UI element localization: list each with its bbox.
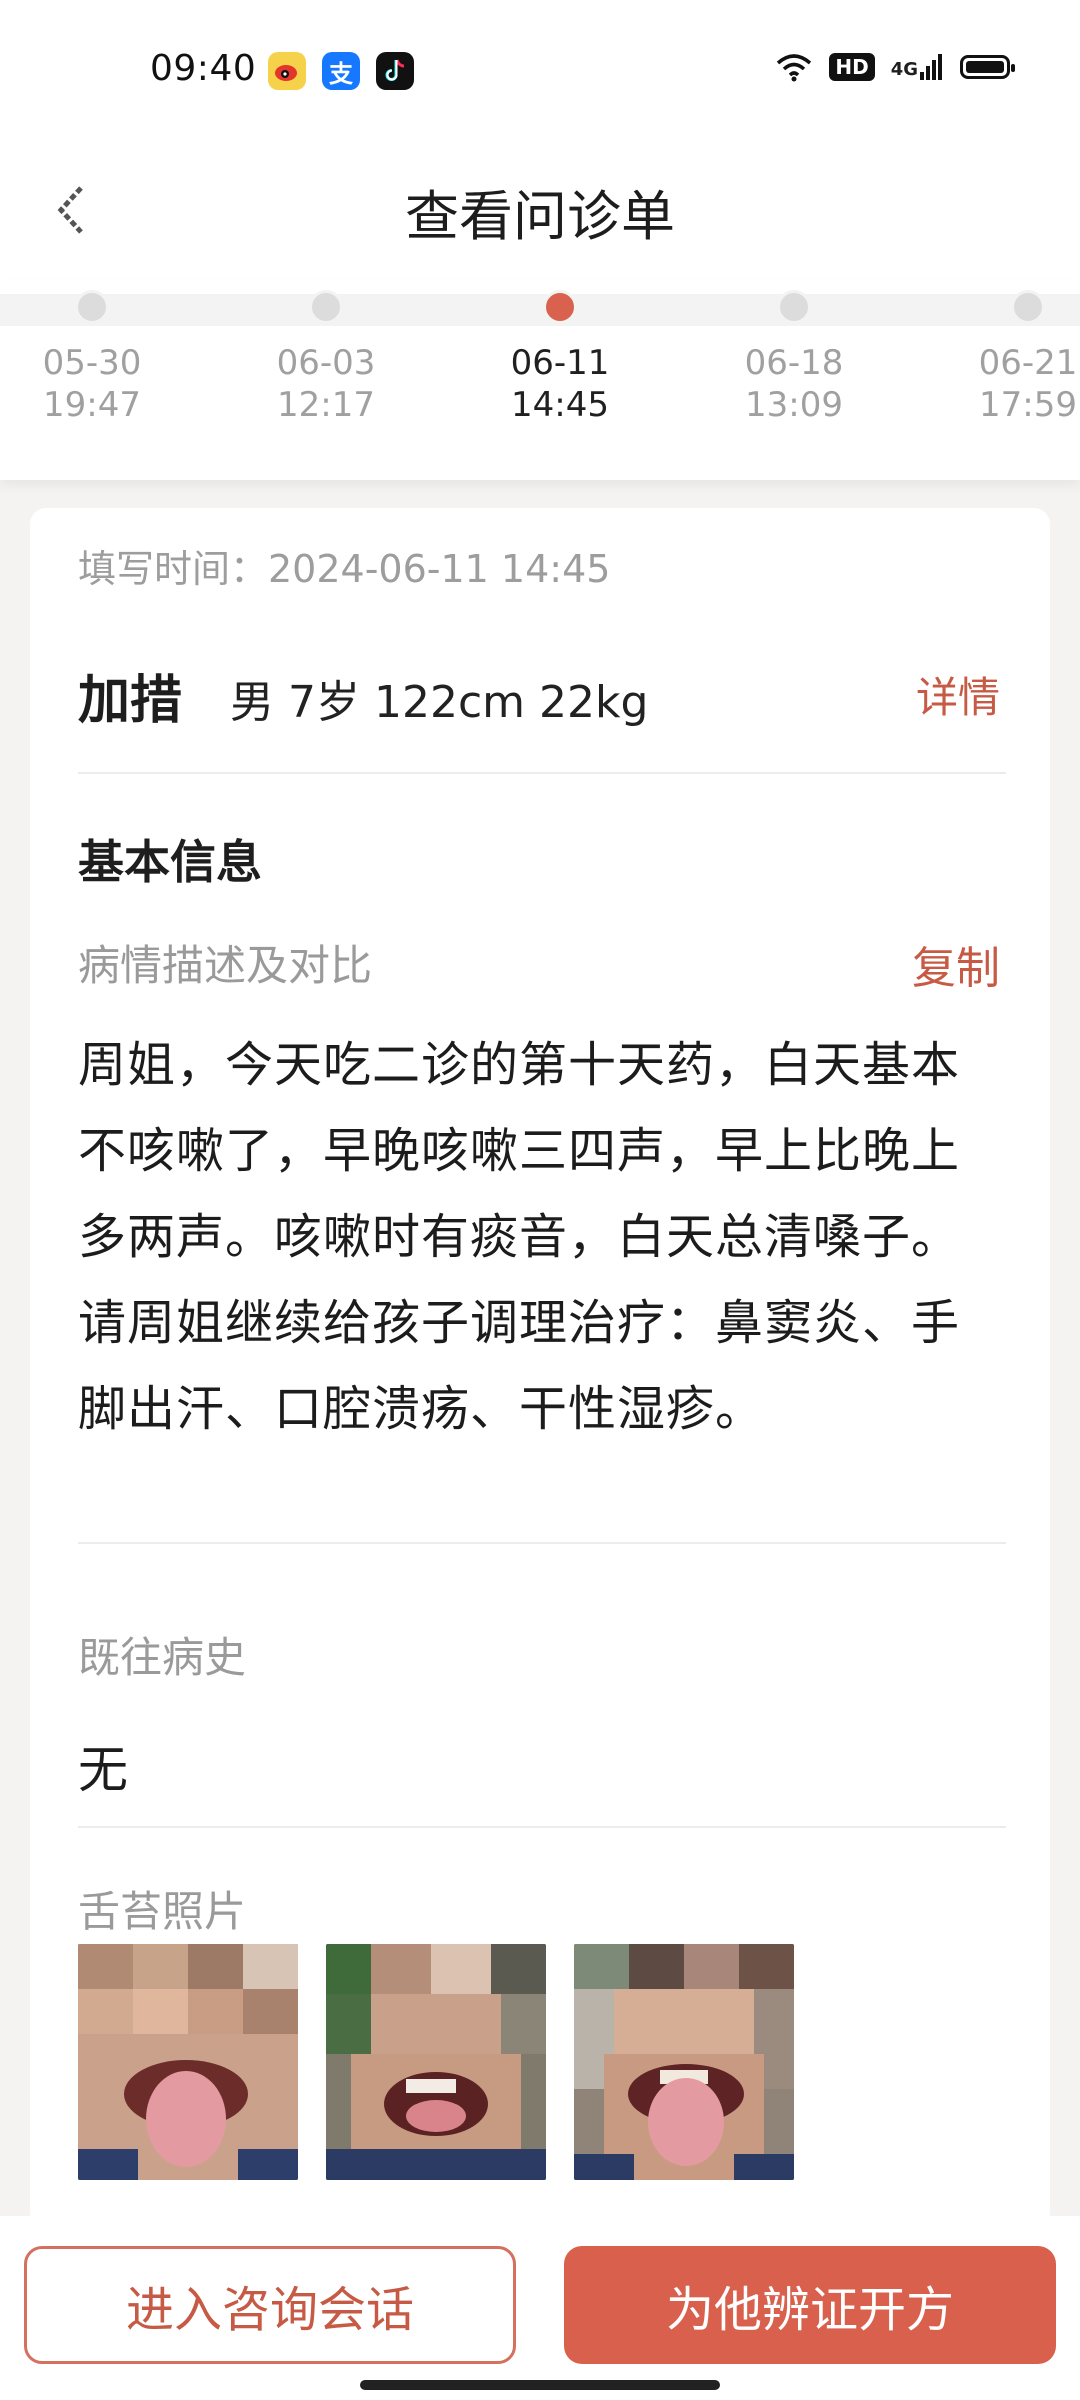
timeline-time: 17:59 bbox=[979, 385, 1077, 425]
patient-info: 男 7岁 122cm 22kg bbox=[230, 677, 649, 728]
consultation-timeline: 05-30 19:47 06-03 12:17 06-11 14:45 06-1… bbox=[0, 280, 1080, 480]
status-bar: 09:40 支 HD 4G bbox=[0, 0, 1080, 140]
home-indicator bbox=[360, 2380, 720, 2390]
patient-detail-link[interactable]: 详情 bbox=[916, 664, 1000, 725]
condition-description: 周姐，今天吃二诊的第十天药，白天基本不咳嗽了，早晚咳嗽三四声，早上比晚上多两声。… bbox=[78, 1037, 961, 1437]
condition-label: 病情描述及对比 bbox=[78, 941, 373, 990]
tongue-photos bbox=[78, 1944, 794, 2180]
alipay-icon: 支 bbox=[322, 52, 360, 90]
weibo-icon bbox=[268, 52, 306, 90]
patient-name: 加措 bbox=[78, 671, 183, 731]
fill-time: 填写时间：2024-06-11 14:45 bbox=[78, 547, 611, 591]
hd-badge: HD bbox=[829, 53, 875, 81]
battery-icon bbox=[960, 55, 1015, 79]
timeline-date: 05-30 bbox=[42, 343, 142, 383]
cellular-signal-icon: 4G bbox=[891, 54, 944, 80]
timeline-dot bbox=[777, 290, 811, 324]
divider bbox=[78, 772, 1006, 774]
status-indicators: HD 4G bbox=[775, 52, 1015, 82]
timeline-date: 06-03 bbox=[276, 343, 376, 383]
app-header: 查看问诊单 bbox=[0, 140, 1080, 280]
bottom-action-bar: 进入咨询会话 为他辨证开方 bbox=[0, 2216, 1080, 2400]
medical-history-label: 既往病史 bbox=[78, 1633, 247, 1682]
status-time: 09:40 bbox=[150, 48, 257, 89]
tongue-photo-label: 舌苔照片 bbox=[78, 1887, 247, 1936]
enter-consultation-button[interactable]: 进入咨询会话 bbox=[24, 2246, 516, 2364]
tongue-photo[interactable] bbox=[326, 1944, 546, 2180]
timeline-item[interactable]: 06-03 12:17 bbox=[236, 290, 416, 426]
timeline-dot bbox=[309, 290, 343, 324]
timeline-date: 06-21 bbox=[978, 343, 1078, 383]
timeline-time: 13:09 bbox=[745, 385, 843, 425]
tongue-photo[interactable] bbox=[574, 1944, 794, 2180]
timeline-time: 19:47 bbox=[43, 385, 141, 425]
wifi-icon bbox=[777, 54, 812, 82]
timeline-time: 14:45 bbox=[511, 385, 609, 425]
tongue-photo[interactable] bbox=[78, 1944, 298, 2180]
divider bbox=[78, 1542, 1006, 1544]
timeline-date: 06-11 bbox=[510, 343, 610, 383]
prescribe-button[interactable]: 为他辨证开方 bbox=[564, 2246, 1056, 2364]
medical-history-value: 无 bbox=[78, 1741, 128, 1799]
network-type-label: 4G bbox=[890, 59, 918, 80]
timeline-item[interactable]: 05-30 19:47 bbox=[2, 290, 182, 426]
patient-row: 加措 男 7岁 122cm 22kg 详情 bbox=[78, 658, 1000, 731]
copy-button[interactable]: 复制 bbox=[912, 932, 1000, 996]
timeline-dot-active bbox=[543, 290, 577, 324]
timeline-dot bbox=[1011, 290, 1045, 324]
timeline-time: 12:17 bbox=[277, 385, 375, 425]
tiktok-icon bbox=[376, 52, 414, 90]
timeline-date: 06-18 bbox=[744, 343, 844, 383]
timeline-dot bbox=[75, 290, 109, 324]
notification-app-icons: 支 bbox=[268, 52, 414, 90]
page-title: 查看问诊单 bbox=[405, 185, 675, 248]
divider bbox=[78, 1826, 1006, 1828]
timeline-item-active[interactable]: 06-11 14:45 bbox=[470, 290, 650, 426]
timeline-item[interactable]: 06-18 13:09 bbox=[704, 290, 884, 426]
timeline-item[interactable]: 06-21 17:59 bbox=[938, 290, 1080, 426]
consultation-card: 填写时间：2024-06-11 14:45 加措 男 7岁 122cm 22kg… bbox=[30, 508, 1050, 2228]
basic-info-title: 基本信息 bbox=[78, 835, 262, 889]
